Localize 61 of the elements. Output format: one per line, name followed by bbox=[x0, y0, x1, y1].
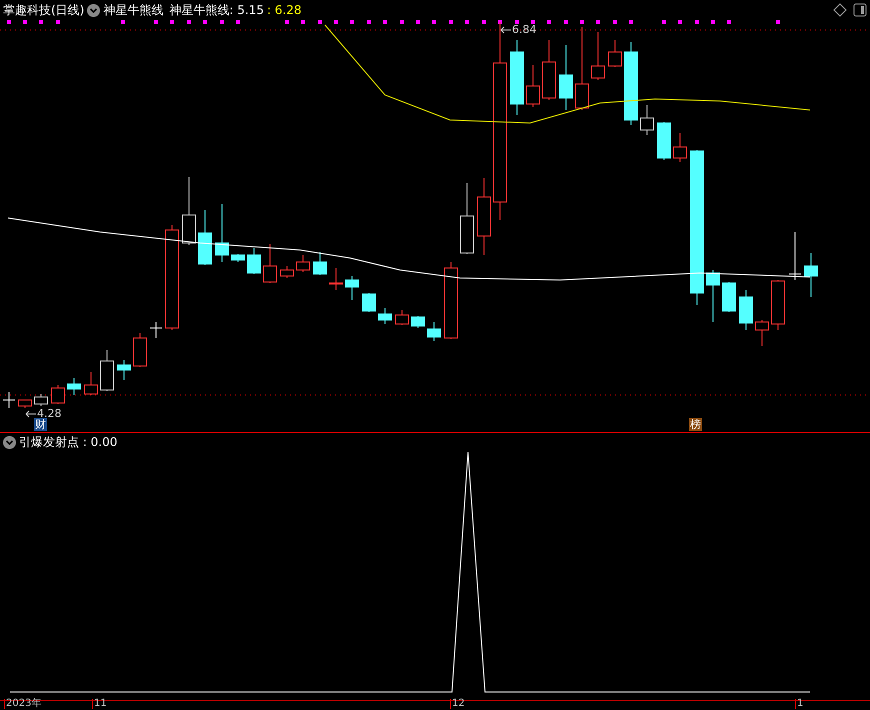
candlestick bbox=[133, 332, 147, 368]
arrow-icon bbox=[25, 410, 37, 418]
candlestick bbox=[280, 266, 294, 278]
candlestick bbox=[117, 360, 131, 380]
candlestick bbox=[722, 282, 736, 312]
indicator-value: 神星牛熊线: 5.15 bbox=[169, 2, 264, 19]
candlestick bbox=[673, 132, 687, 162]
indicator-reading: 引爆发射点 : 0.00 bbox=[19, 434, 118, 451]
candlestick bbox=[215, 204, 229, 262]
candlestick bbox=[329, 268, 343, 290]
candlestick bbox=[345, 276, 359, 300]
candlestick bbox=[411, 316, 425, 328]
price-label: 6.84 bbox=[512, 24, 536, 35]
arrow-icon bbox=[500, 26, 512, 34]
candlestick bbox=[231, 254, 245, 262]
candlestick bbox=[51, 384, 65, 404]
candlestick bbox=[2, 392, 16, 408]
candlestick bbox=[657, 122, 671, 160]
candlestick bbox=[640, 104, 654, 136]
candlestick bbox=[198, 210, 212, 266]
candlestick bbox=[100, 350, 114, 392]
candlestick bbox=[362, 292, 376, 312]
date-label: 1 bbox=[795, 699, 804, 709]
candlestick bbox=[313, 252, 327, 276]
candlestick bbox=[378, 308, 392, 324]
indicator-value: : 6.28 bbox=[266, 2, 302, 19]
candlestick bbox=[67, 378, 81, 396]
candlestick bbox=[559, 44, 573, 110]
diamond-icon[interactable] bbox=[833, 3, 847, 17]
candlestick bbox=[804, 252, 818, 298]
dropdown-icon[interactable] bbox=[87, 4, 100, 16]
candlestick bbox=[739, 290, 753, 330]
candlestick bbox=[608, 40, 622, 68]
date-label: 11 bbox=[92, 699, 107, 709]
candlestick bbox=[460, 182, 474, 254]
dropdown-icon[interactable] bbox=[3, 436, 16, 448]
panel-toggle-icon[interactable] bbox=[853, 3, 867, 17]
candlestick bbox=[182, 176, 196, 246]
date-label: 12 bbox=[450, 699, 465, 709]
candlestick bbox=[263, 244, 277, 284]
candlestick bbox=[84, 372, 98, 396]
candlestick bbox=[150, 322, 162, 338]
candlestick bbox=[18, 400, 32, 408]
event-tag[interactable]: 财 bbox=[34, 418, 47, 431]
event-tag[interactable]: 榜 bbox=[689, 418, 702, 431]
candlestick bbox=[526, 64, 540, 108]
candlestick bbox=[755, 320, 769, 346]
candlestick bbox=[395, 310, 409, 326]
date-label: 2023年 bbox=[4, 699, 42, 709]
stock-title: 掌趣科技(日线) bbox=[3, 2, 84, 19]
candlestick bbox=[427, 322, 441, 342]
candlestick bbox=[296, 254, 310, 272]
candlestick bbox=[788, 232, 802, 280]
candlestick bbox=[591, 32, 605, 80]
indicator-name[interactable]: 神星牛熊线 bbox=[103, 0, 164, 20]
candlestick bbox=[706, 270, 720, 322]
candlestick bbox=[771, 280, 785, 330]
price-label: 4.28 bbox=[37, 408, 62, 419]
candlestick bbox=[247, 248, 261, 274]
candlestick bbox=[34, 394, 48, 406]
candlestick bbox=[542, 40, 556, 100]
